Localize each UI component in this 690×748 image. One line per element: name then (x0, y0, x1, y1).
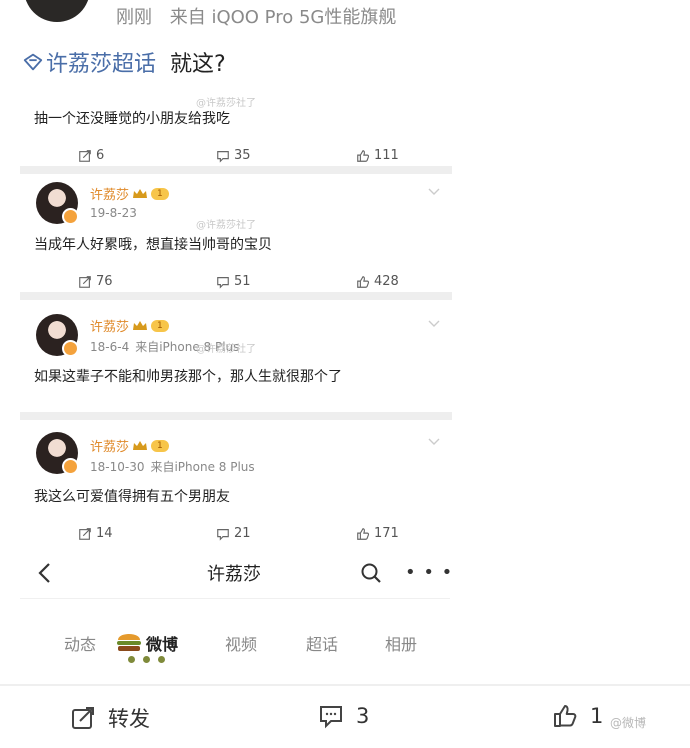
like-count: 171 (374, 526, 399, 541)
post-text: 我这么可爱值得拥有五个男朋友 (34, 489, 230, 505)
post-separator (20, 166, 452, 174)
comment-icon (217, 528, 229, 541)
chevron-down-icon[interactable] (428, 438, 440, 446)
comment-count: 35 (234, 148, 251, 163)
like-action[interactable]: 428 (356, 274, 399, 289)
comment-button[interactable]: 3 (318, 703, 369, 729)
watermark: @微博 (610, 716, 647, 730)
comment-action[interactable]: 35 (216, 148, 251, 163)
post-body: 就这? (170, 52, 226, 77)
post-date: 19-8-23 (90, 206, 137, 220)
comment-count: 21 (234, 526, 251, 541)
like-count: 111 (374, 148, 399, 163)
like-action[interactable]: 171 (356, 526, 399, 541)
repost-icon (72, 707, 94, 729)
username[interactable]: 许荔莎 1 (90, 184, 169, 203)
post-meta: 刚刚 来自 iQOO Pro 5G性能旗舰 (116, 3, 408, 29)
thumbs-up-icon (554, 705, 577, 727)
repost-icon (79, 149, 91, 162)
post-actions: 14 21 171 (20, 526, 452, 546)
comment-action[interactable]: 51 (216, 274, 251, 289)
crown-icon (133, 440, 148, 450)
author-avatar[interactable] (24, 0, 90, 22)
repost-icon (79, 275, 91, 288)
tab-supertopic[interactable]: 超话 (306, 631, 338, 655)
chevron-down-icon[interactable] (428, 188, 440, 196)
footer-divider (0, 684, 690, 686)
post-text: 当成年人好累哦，想直接当帅哥的宝贝 (34, 237, 272, 253)
watermark: @许荔莎社了 (196, 98, 256, 109)
topic-link[interactable]: 许荔莎超话 (46, 46, 156, 78)
post-actions: 76 51 428 (20, 274, 452, 294)
post-date: 18-10-30 来自iPhone 8 Plus (90, 460, 255, 474)
repost-action[interactable]: 14 (78, 526, 113, 541)
post-separator (20, 292, 452, 300)
post-time: 刚刚 (116, 7, 152, 28)
supertopic-icon (23, 53, 43, 71)
watermark: @许荔莎社了 (196, 220, 256, 231)
repost-count: 6 (96, 148, 105, 163)
comment-icon (217, 276, 229, 289)
post-actions: 6 35 111 (20, 148, 452, 168)
search-icon[interactable] (360, 562, 382, 584)
active-tab-indicator (128, 656, 165, 663)
repost-action[interactable]: 6 (78, 148, 104, 163)
crown-icon (133, 320, 148, 330)
user-avatar[interactable] (36, 314, 79, 357)
like-count: 1 (590, 704, 604, 728)
tab-weibo[interactable]: 微博 (146, 631, 178, 655)
post-separator (20, 412, 452, 420)
thumbs-up-icon (357, 149, 370, 162)
user-avatar[interactable] (36, 182, 79, 225)
comment-icon (320, 706, 342, 729)
tab-divider (20, 598, 450, 599)
post-text: 抽一个还没睡觉的小朋友给我吃 (34, 111, 230, 127)
tab-video[interactable]: 视频 (225, 631, 257, 655)
username[interactable]: 许荔莎 1 (90, 436, 169, 455)
level-badge: 1 (151, 319, 169, 332)
comment-count: 3 (356, 704, 370, 728)
chevron-left-icon[interactable] (37, 562, 51, 584)
topic-row: 许荔莎超话 就这? (22, 46, 226, 78)
repost-icon (79, 527, 91, 540)
chevron-down-icon[interactable] (428, 320, 440, 328)
repost-action[interactable]: 76 (78, 274, 113, 289)
thumbs-up-icon (357, 275, 370, 288)
post-source: 来自iPhone 8 Plus (150, 460, 255, 474)
repost-button[interactable]: 转发 (70, 703, 150, 733)
like-button[interactable]: 1 (552, 703, 603, 729)
tab-album[interactable]: 相册 (385, 631, 417, 655)
like-count: 428 (374, 274, 399, 289)
repost-count: 14 (96, 526, 113, 541)
like-action[interactable]: 111 (356, 148, 399, 163)
weibo-burger-icon (117, 634, 141, 651)
thumbs-up-icon (357, 527, 370, 540)
post-text: 如果这辈子不能和帅男孩那个，那人生就很那个了 (34, 369, 342, 385)
crown-icon (133, 188, 148, 198)
tab-dynamics[interactable]: 动态 (64, 631, 96, 655)
embedded-screenshot: @许荔莎社了 抽一个还没睡觉的小朋友给我吃 6 35 111 许荔莎 1 19-… (20, 86, 452, 546)
level-badge: 1 (151, 439, 169, 452)
comment-count: 51 (234, 274, 251, 289)
profile-title: 许荔莎 (207, 564, 261, 585)
more-icon[interactable]: • • • (405, 564, 453, 582)
user-avatar[interactable] (36, 432, 79, 475)
watermark: @许荔莎社了 (196, 344, 256, 355)
repost-count: 76 (96, 274, 113, 289)
comment-action[interactable]: 21 (216, 526, 251, 541)
comment-icon (217, 150, 229, 163)
repost-label: 转发 (108, 707, 150, 731)
level-badge: 1 (151, 187, 169, 200)
post-source: 来自 iQOO Pro 5G性能旗舰 (169, 7, 397, 28)
username[interactable]: 许荔莎 1 (90, 316, 169, 335)
